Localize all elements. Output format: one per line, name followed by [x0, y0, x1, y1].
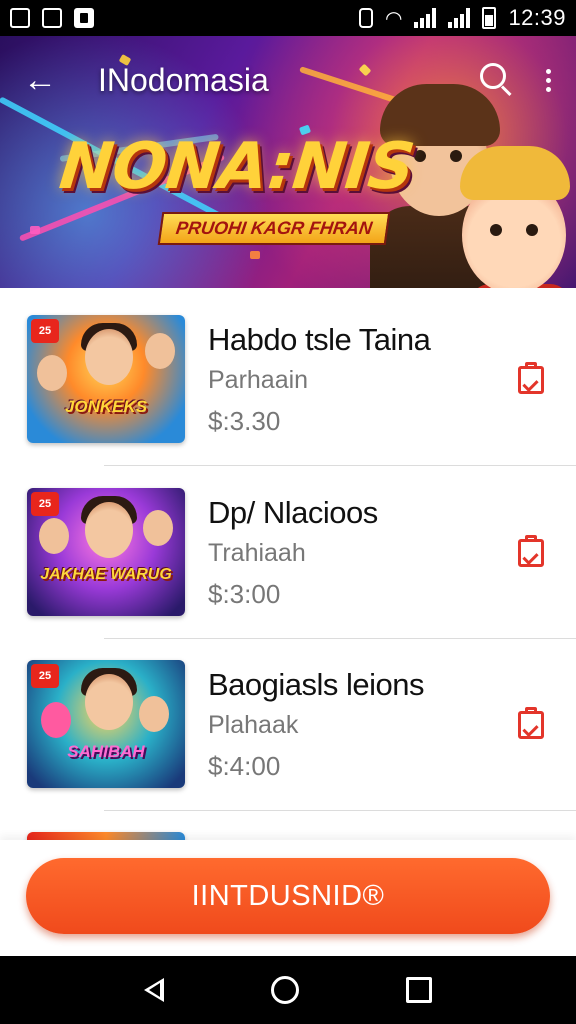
game-thumbnail[interactable]: 25 JAKHAE WARUG: [27, 488, 185, 616]
eye: [490, 224, 502, 236]
game-price: $:3:00: [208, 579, 281, 609]
system-nav-bar: [0, 956, 576, 1024]
thumbnail-logo: SAHIBAH: [67, 742, 145, 761]
primary-action-button[interactable]: IINTDUSNID®: [26, 858, 550, 934]
game-thumbnail[interactable]: 25 SAHIBAH: [27, 660, 185, 788]
vibrate-icon: [358, 8, 373, 28]
app-title: INodomasia: [98, 61, 269, 98]
game-title: Baogiasls leions: [208, 667, 425, 702]
game-price: $:4:00: [208, 751, 281, 781]
nav-home-icon[interactable]: [270, 976, 299, 1004]
confetti: [30, 226, 40, 234]
clipboard-clip: [525, 362, 537, 369]
dot: [545, 77, 551, 83]
eye: [450, 150, 462, 162]
dot: [545, 86, 551, 92]
square-app-icon: [74, 8, 94, 28]
side-character: [37, 355, 67, 391]
arrow-left-icon: ←: [23, 60, 57, 99]
game-list: 25 JONKEKS Habdo tsle Taina Parhaain $:3…: [0, 288, 576, 840]
thumbnail-background: [27, 832, 185, 840]
app-bar: ← INodomasia: [0, 36, 576, 124]
character-face: [85, 502, 133, 558]
thumbnail-logo: JONKEKS: [64, 397, 148, 416]
signal-icon: [414, 8, 437, 28]
battery-icon: [482, 7, 497, 29]
bottom-action-area: IINTDUSNID®: [0, 840, 576, 956]
wifi-icon: ◠: [384, 7, 403, 30]
back-button[interactable]: ←: [18, 58, 62, 102]
status-right: ◠ 12:39: [358, 5, 566, 31]
game-subtitle: Parhaain: [208, 366, 309, 394]
status-bar: ◠ 12:39: [0, 0, 576, 36]
game-price: $:3.30: [208, 406, 281, 436]
game-thumbnail[interactable]: 25 JONKEKS: [27, 315, 185, 443]
search-button[interactable]: [474, 58, 518, 102]
nav-recents-icon[interactable]: [406, 977, 433, 1003]
game-thumbnail[interactable]: [27, 832, 185, 840]
side-character: [39, 518, 69, 554]
character-face: [85, 674, 133, 730]
clipboard-check-button[interactable]: [514, 705, 550, 745]
list-item[interactable]: 25 JAKHAE WARUG Dp/ Nlacioos Trahiaah $:…: [0, 461, 576, 633]
side-character: [145, 333, 175, 369]
list-item[interactable]: 25 SAHIBAH Baogiasls leions Plahaak $:4:…: [0, 633, 576, 805]
confetti: [250, 251, 260, 259]
signal-icon-2: [448, 8, 471, 28]
eye: [526, 224, 538, 236]
game-title: Habdo tsle Taina: [208, 322, 431, 357]
clipboard-check-button[interactable]: [514, 533, 550, 573]
side-character: [41, 702, 71, 738]
game-subtitle: Trahiaah: [208, 539, 306, 567]
hero-character-2-hair: [460, 146, 570, 200]
eye: [414, 150, 426, 162]
thumbnail-badge: 25: [31, 664, 59, 688]
status-left: [10, 8, 94, 28]
more-vert-icon[interactable]: [538, 58, 558, 102]
app-icon: [42, 8, 62, 28]
clipboard-check-button[interactable]: [514, 360, 550, 400]
dot: [545, 68, 551, 74]
list-item-partial[interactable]: [0, 806, 576, 840]
hero-subtitle: PRUOHI KAGR FHRAN: [157, 212, 391, 245]
side-character: [143, 510, 173, 546]
thumbnail-badge: 25: [31, 492, 59, 516]
thumbnail-logo: JAKHAE WARUG: [40, 566, 172, 583]
game-subtitle: Plahaak: [208, 711, 299, 739]
character-face: [85, 329, 133, 385]
clipboard-clip: [525, 535, 537, 542]
thumbnail-badge: 25: [31, 319, 59, 343]
list-item[interactable]: 25 JONKEKS Habdo tsle Taina Parhaain $:3…: [0, 288, 576, 460]
status-time: 12:39: [508, 5, 566, 30]
game-title: Dp/ Nlacioos: [208, 495, 378, 530]
clipboard-clip: [525, 707, 537, 714]
gmail-icon: [10, 8, 30, 28]
nav-back-icon[interactable]: [143, 978, 164, 1002]
hero-logo: NONA:NIS: [56, 130, 418, 204]
side-character: [139, 696, 169, 732]
